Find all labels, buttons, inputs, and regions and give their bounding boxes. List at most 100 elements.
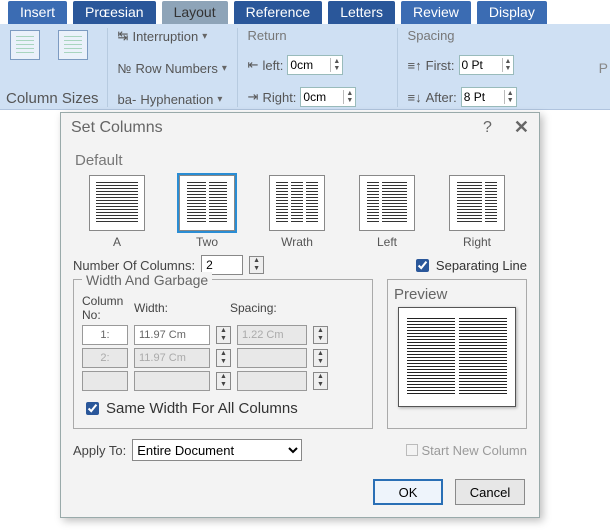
tab-review[interactable]: Review	[401, 1, 471, 24]
preset-two[interactable]: Two	[171, 175, 243, 249]
spin-up-icon[interactable]: ▲	[330, 58, 342, 65]
spin-up-icon[interactable]: ▲	[502, 58, 514, 65]
columns-icon	[10, 30, 40, 60]
start-new-column-checkbox: Start New Column	[406, 443, 527, 458]
spacing-after-input[interactable]	[462, 90, 504, 104]
help-button[interactable]: ?	[483, 119, 492, 137]
row1-width-spin[interactable]: ▲▼	[216, 326, 231, 344]
group-breaks: ↹ Interruption ▾ № Row Numbers ▾ b͏a͏- H…	[118, 28, 238, 107]
spin-down-icon[interactable]: ▼	[504, 97, 516, 104]
preset-three-label: Wrath	[281, 235, 313, 249]
hyphenation-label: Hyphenation	[140, 92, 213, 107]
columns-dialog: Set Columns ? ✕ Default A Two Wrath Left	[60, 112, 540, 518]
preset-right-label: Right	[463, 235, 491, 249]
group-col-sizes: Column Sizes	[6, 28, 108, 107]
separating-line-input[interactable]	[416, 259, 429, 272]
tab-letters[interactable]: Letters	[328, 1, 395, 24]
spacing-label: Spacing	[408, 28, 517, 43]
row1-spacing-spin[interactable]: ▲▼	[313, 326, 328, 344]
spacing-first-label: First:	[426, 58, 455, 73]
tab-display[interactable]: Display	[477, 1, 547, 24]
column-sizes-button-2[interactable]	[54, 28, 92, 62]
tab-insert[interactable]: Insert	[8, 1, 67, 24]
indent-left-label: left:	[262, 58, 283, 73]
hyphen-icon: b͏a͏-	[118, 92, 137, 107]
preview-label: Preview	[394, 286, 520, 303]
row1-index: 1:	[82, 325, 128, 345]
apply-to-label: Apply To:	[73, 443, 126, 458]
unchecked-box-icon	[406, 444, 418, 456]
cancel-button[interactable]: Cancel	[455, 479, 525, 505]
spacing-after-label: After:	[426, 90, 457, 105]
indent-left-field[interactable]: ▲▼	[287, 55, 343, 75]
spin-down-icon[interactable]: ▼	[502, 65, 514, 72]
chevron-down-icon: ▾	[202, 31, 207, 42]
spin-up-icon[interactable]: ▲	[504, 90, 516, 97]
preset-left-label: Left	[377, 235, 397, 249]
stray-letter: P	[599, 60, 608, 76]
separating-line-checkbox[interactable]: Separating Line	[412, 256, 527, 275]
preset-one[interactable]: A	[81, 175, 153, 249]
separating-line-label: Separating Line	[436, 258, 527, 273]
tab-layout[interactable]: Layout	[162, 1, 228, 24]
dialog-title: Set Columns	[71, 119, 163, 137]
same-width-label: Same Width For All Columns	[106, 400, 298, 417]
colno-header: Column No:	[82, 294, 128, 322]
preset-right[interactable]: Right	[441, 175, 513, 249]
spacing-before-icon: ≡↑	[408, 58, 422, 73]
same-width-input[interactable]	[86, 402, 99, 415]
width-header: Width:	[134, 301, 224, 315]
chevron-down-icon: ▾	[217, 94, 222, 105]
row2-spacing-spin[interactable]: ▲▼	[313, 349, 328, 367]
same-width-checkbox[interactable]: Same Width For All Columns	[82, 399, 364, 418]
indent-right-input[interactable]	[301, 90, 343, 104]
row3-spacing	[237, 371, 307, 391]
row1-width[interactable]: 11.97 Cm	[134, 325, 210, 345]
spin-up-icon[interactable]: ▲	[343, 90, 355, 97]
apply-to-select[interactable]: Entire Document	[132, 439, 302, 461]
tab-design[interactable]: Prɶesian	[73, 1, 156, 24]
width-group-label: Width And Garbage	[82, 272, 212, 288]
indent-left-icon: ⇤	[248, 57, 259, 73]
hyphenation-menu[interactable]: b͏a͏- Hyphenation ▾	[118, 92, 229, 107]
preset-left[interactable]: Left	[351, 175, 423, 249]
spacing-first-field[interactable]: ▲▼	[459, 55, 515, 75]
group-spacing: Spacing ≡↑ First: ▲▼ ≡↓ After: ▲▼	[408, 28, 525, 107]
spacing-first-input[interactable]	[460, 58, 502, 72]
interruption-label: Interruption	[132, 29, 198, 44]
break-icon: ↹	[118, 28, 129, 44]
width-spacing-group: Width And Garbage Column No: Width: Spac…	[73, 279, 373, 429]
spin-down-icon[interactable]: ▼	[343, 97, 355, 104]
num-columns-label: Number Of Columns:	[73, 258, 195, 273]
column-sizes-label: Column Sizes	[6, 90, 99, 107]
row-numbers-menu[interactable]: № Row Numbers ▾	[118, 61, 229, 76]
spacing-header: Spacing:	[230, 301, 316, 315]
spacing-after-field[interactable]: ▲▼	[461, 87, 517, 107]
row3-spacing-spin[interactable]: ▲▼	[313, 372, 328, 390]
preset-three[interactable]: Wrath	[261, 175, 333, 249]
row3-width	[134, 371, 210, 391]
columns-icon-2	[58, 30, 88, 60]
indent-right-field[interactable]: ▲▼	[300, 87, 356, 107]
row3-index	[82, 371, 128, 391]
row3-width-spin[interactable]: ▲▼	[216, 372, 231, 390]
ok-button[interactable]: OK	[373, 479, 443, 505]
num-columns-spinner[interactable]: ▲▼	[249, 256, 264, 274]
tab-reference[interactable]: Reference	[234, 1, 323, 24]
presets-label: Default	[75, 152, 527, 169]
chevron-down-icon: ▾	[222, 63, 227, 74]
spin-down-icon[interactable]: ▼	[330, 65, 342, 72]
column-sizes-button[interactable]	[6, 28, 44, 62]
column-row-1: 1: 11.97 Cm ▲▼ 1.22 Cm ▲▼	[82, 325, 364, 345]
preset-row: A Two Wrath Left Right	[81, 175, 519, 249]
indent-left-input[interactable]	[288, 58, 330, 72]
close-button[interactable]: ✕	[514, 117, 529, 138]
group-indent: Return ⇤ left: ▲▼ ⇥ Right: ▲▼	[248, 28, 398, 107]
start-new-column-label: Start New Column	[422, 443, 527, 458]
row1-spacing[interactable]: 1.22 Cm	[237, 325, 307, 345]
row2-width-spin[interactable]: ▲▼	[216, 349, 231, 367]
preset-two-label: Two	[196, 235, 218, 249]
row-numbers-label: Row Numbers	[136, 61, 218, 76]
row2-index: 2:	[82, 348, 128, 368]
interruption-menu[interactable]: ↹ Interruption ▾	[118, 28, 229, 44]
